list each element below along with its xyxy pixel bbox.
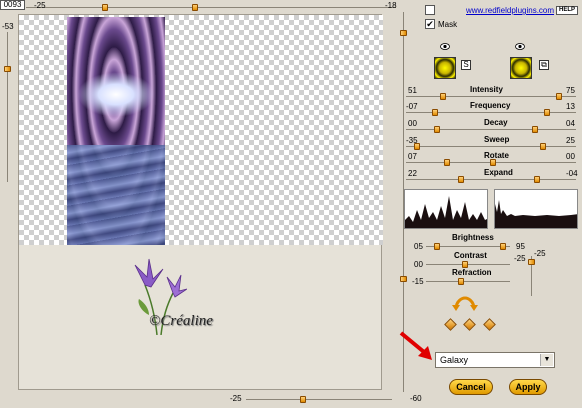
frequency-label: Frequency	[470, 101, 511, 110]
bottom-ruler-line	[246, 399, 392, 400]
intensity-right-value: 75	[566, 86, 575, 95]
nudge-right-icon[interactable]	[483, 318, 496, 331]
decay-right-value: 04	[566, 119, 575, 128]
frequency-right-value: 13	[566, 102, 575, 111]
eye-icon[interactable]	[440, 43, 450, 50]
intensity-track	[406, 96, 576, 97]
chevron-down-icon[interactable]: ▼	[540, 354, 553, 366]
top-ruler-thumb[interactable]	[102, 4, 108, 11]
intensity-thumb-right[interactable]	[556, 93, 562, 100]
decay-thumb-left[interactable]	[434, 126, 440, 133]
cancel-button[interactable]: Cancel	[449, 379, 493, 395]
top-ruler-right-value: -18	[385, 1, 397, 10]
expand-thumb-right[interactable]	[534, 176, 540, 183]
sweep-right-value: 25	[566, 136, 575, 145]
swirl-mode-icon-2[interactable]	[510, 57, 532, 79]
left-ruler-value: -53	[2, 22, 14, 31]
preset-dropdown[interactable]: Galaxy ▼	[435, 352, 555, 368]
brightness-thumb-left[interactable]	[434, 243, 440, 250]
swirl-preview-lower	[67, 145, 165, 245]
right-ruler-thumb[interactable]	[400, 30, 407, 36]
apply-button[interactable]: Apply	[509, 379, 547, 395]
mode-small-button-2[interactable]: ⧉	[539, 60, 549, 70]
mode-small-button[interactable]: S	[461, 60, 471, 70]
nudge-center-icon[interactable]	[463, 318, 476, 331]
sweep-track	[406, 146, 576, 147]
side-slider-value: -25	[534, 249, 546, 258]
website-link[interactable]: www.redfieldplugins.com	[466, 6, 554, 15]
refraction-track	[426, 281, 510, 282]
rotate-label: Rotate	[484, 151, 509, 160]
brightness-thumb-right[interactable]	[500, 243, 506, 250]
frame-counter: 0093	[0, 0, 25, 10]
right-ruler-thumb-2[interactable]	[400, 276, 407, 282]
brightness-left-value: 05	[414, 242, 423, 251]
waveform-graph-right	[494, 189, 578, 229]
decay-thumb-right[interactable]	[532, 126, 538, 133]
contrast-thumb[interactable]	[462, 261, 468, 268]
refraction-thumb[interactable]	[458, 278, 464, 285]
sweep-thumb-right[interactable]	[540, 143, 546, 150]
expand-right-value: -04	[566, 169, 578, 178]
contrast-left-value: 00	[414, 260, 423, 269]
top-ruler-left-value: -25	[34, 1, 46, 10]
brightness-label: Brightness	[452, 233, 494, 242]
decay-track	[406, 129, 576, 130]
help-button[interactable]: HELP	[556, 6, 578, 15]
watermark-signature: ©Créaline	[149, 313, 213, 329]
expand-left-value: 22	[408, 169, 417, 178]
decay-left-value: 00	[408, 119, 417, 128]
brightness-right-value: 95	[516, 242, 525, 251]
top-ruler-line	[26, 7, 396, 8]
expand-label: Expand	[484, 168, 513, 177]
rotate-thumb-right[interactable]	[490, 159, 496, 166]
mask-checkbox[interactable]: ✔	[425, 19, 435, 29]
top-ruler-thumb-2[interactable]	[192, 4, 198, 11]
contrast-right-value: -25	[514, 254, 526, 263]
red-arrow-icon	[399, 331, 432, 360]
refraction-left-value: -15	[412, 277, 424, 286]
mask-label: Mask	[438, 20, 458, 29]
swirl-mode-icon[interactable]	[434, 57, 456, 79]
rotate-arrows-icon[interactable]	[452, 295, 478, 311]
expand-thumb-left[interactable]	[458, 176, 464, 183]
intensity-thumb-left[interactable]	[440, 93, 446, 100]
left-ruler-thumb[interactable]	[4, 66, 11, 72]
rotate-thumb-left[interactable]	[444, 159, 450, 166]
preview-canvas[interactable]: ©Créaline	[18, 14, 383, 390]
bottom-ruler-thumb[interactable]	[300, 396, 306, 403]
decay-label: Decay	[484, 118, 508, 127]
contrast-label: Contrast	[454, 251, 487, 260]
side-slider-thumb[interactable]	[528, 259, 535, 265]
preview-toggle-checkbox[interactable]	[425, 5, 435, 15]
right-ruler-value: -60	[410, 394, 422, 403]
sweep-thumb-left[interactable]	[414, 143, 420, 150]
intensity-left-value: 51	[408, 86, 417, 95]
contrast-track	[426, 264, 510, 265]
sweep-label: Sweep	[484, 135, 510, 144]
rotate-left-value: 07	[408, 152, 417, 161]
refraction-label: Refraction	[452, 268, 492, 277]
frequency-thumb-left[interactable]	[432, 109, 438, 116]
bottom-ruler-value: -25	[230, 394, 242, 403]
nudge-left-icon[interactable]	[444, 318, 457, 331]
preset-dropdown-value: Galaxy	[440, 355, 469, 365]
expand-track	[406, 179, 576, 180]
rotate-right-value: 00	[566, 152, 575, 161]
intensity-label: Intensity	[470, 85, 503, 94]
left-ruler-line	[7, 32, 8, 182]
waveform-graph-left	[404, 189, 488, 229]
frequency-thumb-right[interactable]	[544, 109, 550, 116]
frequency-left-value: -07	[406, 102, 418, 111]
eye-icon-2[interactable]	[515, 43, 525, 50]
